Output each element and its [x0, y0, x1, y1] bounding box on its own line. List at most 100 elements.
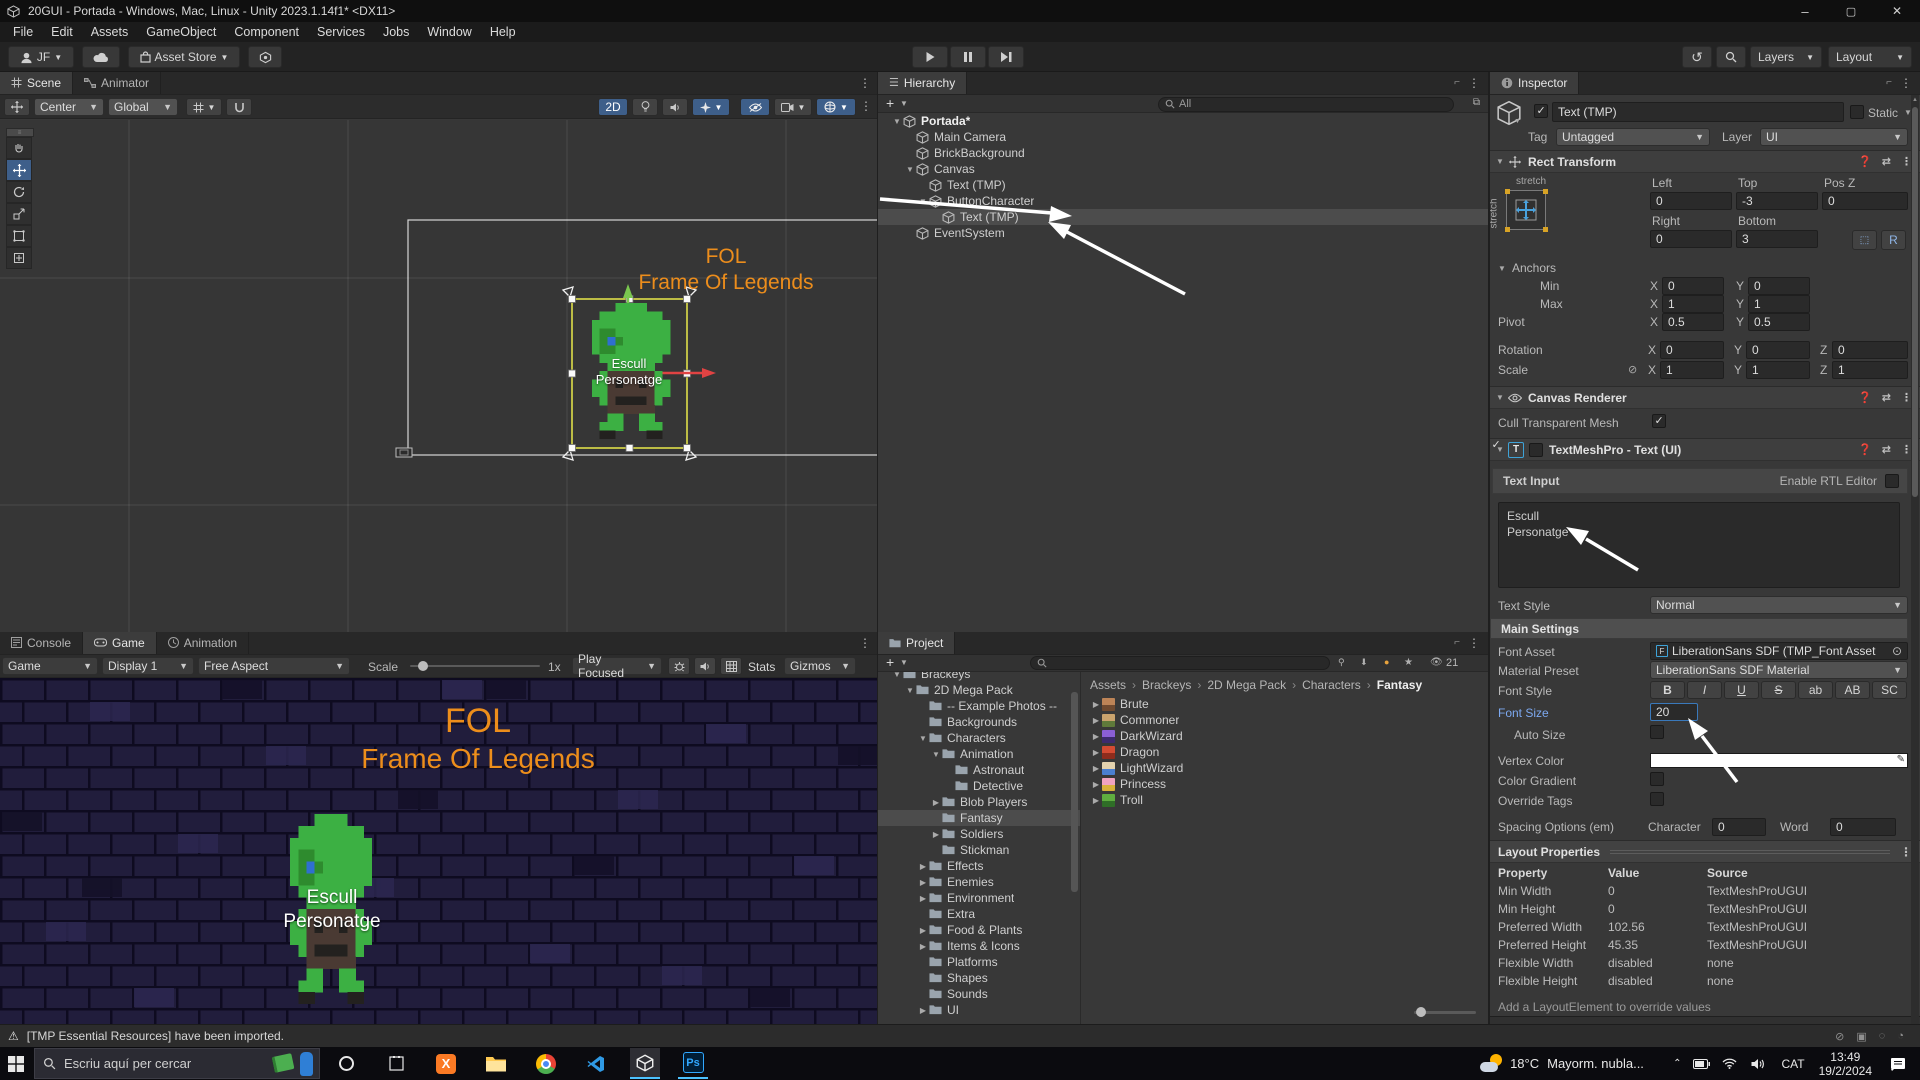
- weather-temp[interactable]: 18°C: [1510, 1056, 1539, 1071]
- gizmos-dropdown[interactable]: Gizmos▼: [784, 657, 856, 675]
- color-gradient-checkbox[interactable]: [1650, 772, 1664, 786]
- expand-arrow-icon[interactable]: ▶: [930, 830, 942, 839]
- tab-animation[interactable]: Animation: [157, 632, 249, 654]
- folder-row[interactable]: ▶ Effects: [878, 858, 1081, 874]
- menu-gameobject[interactable]: GameObject: [137, 25, 225, 39]
- presets-icon[interactable]: ⇄: [1882, 391, 1891, 404]
- folder-row[interactable]: Fantasy: [878, 810, 1081, 826]
- view-tool-button[interactable]: [6, 137, 32, 159]
- scale-tool-button[interactable]: [6, 203, 32, 225]
- uppercase-button[interactable]: AB: [1835, 681, 1870, 699]
- layers-dropdown[interactable]: Layers▼: [1750, 46, 1822, 68]
- hierarchy-row[interactable]: ▼ Canvas: [878, 161, 1488, 177]
- expand-arrow-icon[interactable]: ▼: [917, 734, 929, 743]
- breadcrumb-characters[interactable]: Characters: [1302, 678, 1361, 692]
- file-explorer-icon[interactable]: [484, 1052, 508, 1076]
- frame-debugger-button[interactable]: [668, 657, 690, 675]
- menu-services[interactable]: Services: [308, 25, 374, 39]
- smallcaps-button[interactable]: SC: [1872, 681, 1907, 699]
- top-field[interactable]: -3: [1736, 192, 1818, 210]
- tab-project[interactable]: Project: [878, 632, 955, 654]
- folder-row[interactable]: ▼ Brackeys: [878, 672, 1081, 682]
- expand-arrow-icon[interactable]: ▶: [930, 798, 942, 807]
- scene-viewport[interactable]: ≡ FOL Frame Of Legends Escull Personatge: [0, 120, 877, 632]
- folder-row[interactable]: ▶ Soldiers: [878, 826, 1081, 842]
- clock[interactable]: 13:49 19/2/2024: [1819, 1050, 1872, 1078]
- hierarchy-panel-menu-icon[interactable]: ⋮: [1468, 76, 1480, 90]
- scene-audio-toggle[interactable]: [662, 98, 688, 116]
- presets-icon[interactable]: ⇄: [1882, 155, 1891, 168]
- expand-arrow-icon[interactable]: ▶: [917, 878, 929, 887]
- thumbnail-size-slider[interactable]: [1414, 1011, 1476, 1014]
- menu-help[interactable]: Help: [481, 25, 525, 39]
- vertex-color-swatch[interactable]: ✎: [1650, 753, 1908, 768]
- expand-arrow-icon[interactable]: ▼: [891, 672, 903, 679]
- rot-z-field[interactable]: 0: [1832, 341, 1908, 359]
- tab-console[interactable]: Console: [0, 632, 83, 654]
- main-settings-bar[interactable]: Main Settings: [1490, 618, 1908, 639]
- expand-arrow-icon[interactable]: ▶: [1090, 764, 1102, 773]
- help-icon[interactable]: ❓: [1858, 443, 1872, 456]
- pause-button[interactable]: [950, 46, 986, 68]
- canvas-renderer-header[interactable]: ▼ Canvas Renderer ❓⇄⋮: [1490, 386, 1920, 409]
- notification-center-button[interactable]: [1886, 1052, 1910, 1076]
- search-saved-icon[interactable]: ●: [1384, 657, 1389, 667]
- scroll-up-icon[interactable]: ▲: [1912, 97, 1918, 103]
- play-focused-dropdown[interactable]: Play Focused▼: [572, 657, 662, 675]
- weather-desc[interactable]: Mayorm. nubla...: [1547, 1056, 1659, 1071]
- hierarchy-search-input[interactable]: All: [1158, 97, 1454, 112]
- folder-row[interactable]: -- Example Photos --: [878, 698, 1081, 714]
- anchor-preset-button[interactable]: [1506, 190, 1546, 230]
- step-button[interactable]: [988, 46, 1024, 68]
- search-everything-button[interactable]: [1716, 46, 1746, 68]
- search-by-label-icon[interactable]: ⬇: [1360, 657, 1368, 668]
- override-tags-checkbox[interactable]: [1650, 792, 1664, 806]
- project-search-input[interactable]: [1030, 656, 1330, 670]
- chrome-icon[interactable]: [534, 1052, 558, 1076]
- active-checkbox[interactable]: [1534, 104, 1548, 118]
- add-gameobject-caret-icon[interactable]: ▼: [900, 99, 908, 108]
- scene-effects-dropdown[interactable]: ▼: [692, 98, 730, 116]
- transform-tool-button[interactable]: [6, 247, 32, 269]
- volume-icon[interactable]: [1746, 1052, 1770, 1076]
- project-panel-menu-icon[interactable]: ⋮: [1468, 636, 1480, 650]
- tab-hierarchy[interactable]: ☰ Hierarchy: [878, 72, 967, 94]
- tab-scene[interactable]: Scene: [0, 72, 73, 94]
- expand-arrow-icon[interactable]: ▶: [917, 862, 929, 871]
- hierarchy-row[interactable]: ▼ Portada*: [878, 113, 1488, 129]
- expand-arrow-icon[interactable]: ▶: [917, 894, 929, 903]
- grid-snap-dropdown[interactable]: ▼: [186, 98, 222, 116]
- tab-animator[interactable]: Animator: [73, 72, 161, 94]
- battery-icon[interactable]: [1690, 1052, 1714, 1076]
- display-dropdown[interactable]: Display 1▼: [102, 657, 194, 675]
- tools-overlay-handle[interactable]: ≡: [6, 128, 34, 137]
- scrollbar-thumb[interactable]: [1912, 107, 1918, 497]
- expand-arrow-icon[interactable]: ▶: [1090, 796, 1102, 805]
- folder-row[interactable]: ▶ Enemies: [878, 874, 1081, 890]
- folder-row[interactable]: Backgrounds: [878, 714, 1081, 730]
- asset-row[interactable]: ▶ Troll: [1082, 792, 1488, 808]
- asset-row[interactable]: ▶ Dragon: [1082, 744, 1488, 760]
- inspector-scrollbar[interactable]: ▲: [1911, 95, 1919, 1024]
- unity-hub-button[interactable]: [248, 46, 282, 68]
- expand-arrow-icon[interactable]: ▼: [917, 197, 929, 206]
- refresh-status-icon[interactable]: ◌: [1879, 1030, 1886, 1043]
- scale-z-field[interactable]: 1: [1832, 361, 1908, 379]
- breadcrumb-fantasy[interactable]: Fantasy: [1377, 678, 1422, 692]
- breadcrumb-assets[interactable]: Assets: [1090, 678, 1126, 692]
- left-field[interactable]: 0: [1650, 192, 1732, 210]
- folder-row[interactable]: Stickman: [878, 842, 1081, 858]
- right-field[interactable]: 0: [1650, 230, 1732, 248]
- scale-y-field[interactable]: 1: [1746, 361, 1810, 379]
- folder-row[interactable]: Detective: [878, 778, 1081, 794]
- expand-arrow-icon[interactable]: ▼: [904, 165, 916, 174]
- game-audio-mute-button[interactable]: [694, 657, 716, 675]
- expand-arrow-icon[interactable]: ▶: [917, 942, 929, 951]
- inspector-panel-menu-icon[interactable]: ⋮: [1900, 76, 1912, 90]
- task-view-button[interactable]: [384, 1052, 408, 1076]
- name-field[interactable]: Text (TMP): [1552, 102, 1844, 122]
- add-gameobject-button[interactable]: +: [886, 95, 894, 111]
- rotate-tool-button[interactable]: [6, 181, 32, 203]
- rot-x-field[interactable]: 0: [1660, 341, 1724, 359]
- menu-file[interactable]: File: [4, 25, 42, 39]
